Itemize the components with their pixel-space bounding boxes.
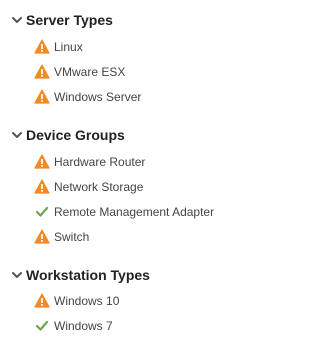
tree-item-switch[interactable]: Switch [34,227,264,247]
warning-triangle-icon [34,229,50,244]
tree-item-linux[interactable]: Linux [34,37,264,57]
warning-triangle-icon [34,293,50,308]
tree-item-label: Network Storage [54,180,144,194]
chevron-down-icon[interactable] [11,14,23,26]
tree-item-windows-server[interactable]: Windows Server [34,87,264,107]
tree-item-label: Switch [54,230,90,244]
device-type-tree: Server Types Linux VMware ESX Windows Se… [0,0,268,350]
tree-item-vmware-esx[interactable]: VMware ESX [34,62,264,82]
tree-item-label: Windows Server [54,90,142,104]
tree-item-network-storage[interactable]: Network Storage [34,177,264,197]
checkmark-icon [35,206,49,217]
group-title: Server Types [26,12,113,28]
group-header-server-types[interactable]: Server Types [0,9,268,31]
warning-triangle-icon [34,39,50,54]
warning-triangle-icon [34,154,50,169]
tree-item-label: VMware ESX [54,65,126,79]
warning-triangle-icon [34,89,50,104]
checkmark-icon [35,320,49,331]
tree-item-label: Windows 10 [54,294,120,308]
group-title: Workstation Types [26,267,150,283]
chevron-down-icon[interactable] [11,129,23,141]
tree-item-label: Windows 7 [54,319,113,333]
group-title: Device Groups [26,127,125,143]
group-header-workstation-types[interactable]: Workstation Types [0,264,268,286]
tree-item-remote-management-adapter[interactable]: Remote Management Adapter [34,202,264,222]
tree-item-label: Remote Management Adapter [54,205,215,219]
warning-triangle-icon [34,64,50,79]
tree-item-windows-7[interactable]: Windows 7 [34,316,264,336]
tree-item-label: Linux [54,40,83,54]
warning-triangle-icon [34,179,50,194]
tree-item-windows-10[interactable]: Windows 10 [34,291,264,311]
tree-item-label: Hardware Router [54,155,146,169]
tree-item-hardware-router[interactable]: Hardware Router [34,152,264,172]
chevron-down-icon[interactable] [11,269,23,281]
group-header-device-groups[interactable]: Device Groups [0,124,268,146]
